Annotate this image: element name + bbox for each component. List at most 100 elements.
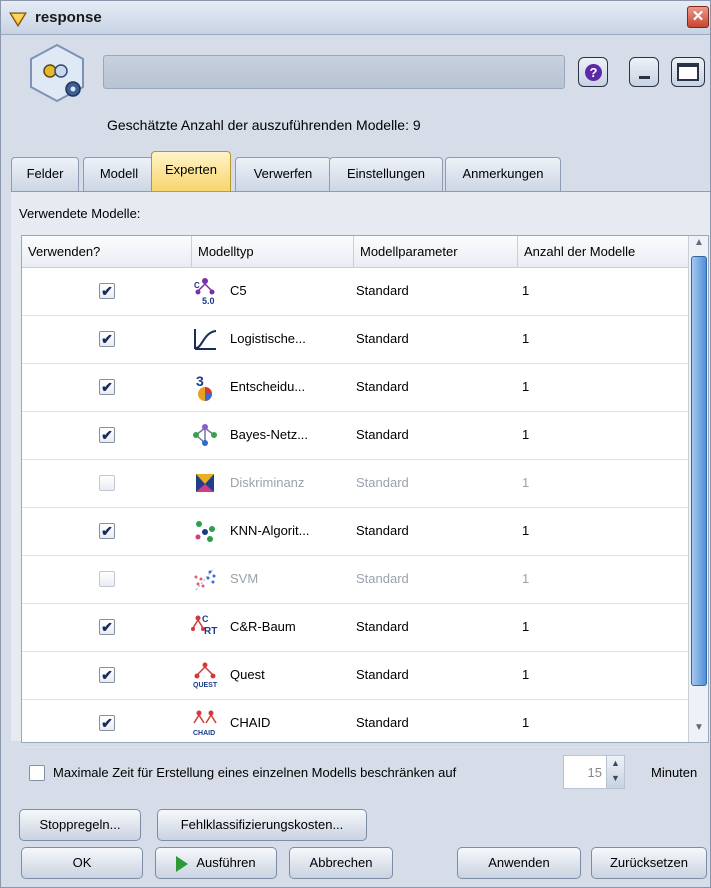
misclassification-costs-button[interactable]: Fehlklassifizierungskosten... (157, 809, 367, 841)
table-row[interactable]: ✔ KNN-Algorit... Standard 1 (22, 508, 688, 556)
tab-verwerfen[interactable]: Verwerfen (235, 157, 331, 191)
models-used-label: Verwendete Modelle: (19, 206, 141, 221)
model-type-label: C&R-Baum (230, 619, 296, 634)
stop-rules-button[interactable]: Stoppregeln... (19, 809, 141, 841)
tab-felder[interactable]: Felder (11, 157, 79, 191)
minutes-value[interactable]: 15 (572, 765, 602, 780)
svg-text:C: C (202, 614, 209, 624)
model-type-label: Bayes-Netz... (230, 427, 309, 442)
limit-time-label: Maximale Zeit für Erstellung eines einze… (53, 765, 457, 780)
model-type-label: Quest (230, 667, 265, 682)
use-checkbox[interactable]: ✔ (99, 667, 115, 683)
table-row[interactable]: ✔ 3 Entscheidu... Standard 1 (22, 364, 688, 412)
svg-text:C: C (194, 281, 200, 290)
model-type-label: Entscheidu... (230, 379, 306, 394)
model-param-label[interactable]: Standard (356, 331, 409, 346)
col-header-model-params[interactable]: Modellparameter (354, 236, 518, 268)
col-header-use[interactable]: Verwenden? (22, 236, 192, 268)
limit-time-checkbox[interactable] (29, 765, 45, 781)
model-count-label: 1 (522, 283, 530, 298)
help-icon: ? (585, 64, 602, 81)
model-param-label[interactable]: Standard (356, 715, 409, 730)
autoclassifier-node-icon (30, 43, 84, 103)
reset-button[interactable]: Zurücksetzen (591, 847, 707, 879)
tab-experten[interactable]: Experten (151, 151, 231, 192)
model-param-label[interactable]: Standard (356, 283, 409, 298)
maximize-icon (677, 63, 699, 81)
minimize-button[interactable] (629, 57, 659, 87)
scroll-up-icon[interactable]: ▲ (691, 237, 707, 255)
table-scrollbar[interactable]: ▲ ▼ (688, 236, 708, 742)
model-type-label: Logistische... (230, 331, 306, 346)
maximize-button[interactable] (671, 57, 705, 87)
apply-button[interactable]: Anwenden (457, 847, 581, 879)
svm-icon (194, 567, 216, 591)
model-count-label: 1 (522, 331, 530, 346)
tab-modell[interactable]: Modell (83, 157, 155, 191)
scroll-thumb[interactable] (691, 256, 707, 686)
model-param-label: Standard (356, 475, 409, 490)
logistic-icon (194, 329, 217, 350)
c50-icon: C 5.0 (194, 278, 215, 306)
title-bar: response ✕ (1, 1, 710, 35)
svg-text:3: 3 (196, 373, 204, 389)
col-header-model-type[interactable]: Modelltyp (192, 236, 354, 268)
scroll-down-icon[interactable]: ▼ (691, 722, 707, 740)
use-checkbox[interactable]: ✔ (99, 475, 115, 491)
dialog-window: response ✕ ? Geschätzte Anzahl der auszu… (0, 0, 711, 888)
model-count-label: 1 (522, 523, 530, 538)
spinner-arrows-icon[interactable]: ▲ ▼ (606, 756, 624, 788)
crt-icon: C RT (191, 614, 217, 637)
close-icon: ✕ (691, 8, 705, 25)
use-checkbox[interactable]: ✔ (99, 523, 115, 539)
table-row[interactable]: ✔ C RT C&R-Baum Standard 1 (22, 604, 688, 652)
model-param-label[interactable]: Standard (356, 523, 409, 538)
model-count-label: 1 (522, 379, 530, 394)
model-count-label: 1 (522, 667, 530, 682)
col-header-model-count[interactable]: Anzahl der Modelle (518, 236, 688, 268)
minutes-spinner[interactable]: 15 ▲ ▼ (563, 755, 625, 789)
knn-icon (195, 521, 215, 542)
ok-button[interactable]: OK (21, 847, 143, 879)
node-name-bar (103, 55, 565, 89)
table-row[interactable]: ✔ CHAID CHAID Standard 1 (22, 700, 688, 748)
table-row[interactable]: ✔ QUEST Quest Standard 1 (22, 652, 688, 700)
svg-text:CHAID: CHAID (193, 730, 215, 737)
use-checkbox[interactable]: ✔ (99, 427, 115, 443)
window-title: response (35, 9, 102, 26)
use-checkbox[interactable]: ✔ (99, 283, 115, 299)
tab-einstellungen[interactable]: Einstellungen (329, 157, 443, 191)
models-table: Verwenden? Modelltyp Modellparameter Anz… (21, 235, 709, 748)
model-count-label: 1 (522, 427, 530, 442)
quest-icon: QUEST (193, 662, 218, 689)
model-type-label: C5 (230, 283, 247, 298)
table-row[interactable]: ✔ Diskriminanz Standard 1 (22, 460, 688, 508)
table-row[interactable]: ✔ Bayes-Netz... Standard 1 (22, 412, 688, 460)
help-button[interactable]: ? (578, 57, 608, 87)
model-param-label[interactable]: Standard (356, 427, 409, 442)
tab-anmerkungen[interactable]: Anmerkungen (445, 157, 561, 191)
model-count-label: 1 (522, 715, 530, 730)
use-checkbox[interactable]: ✔ (99, 571, 115, 587)
table-row[interactable]: ✔ SVM Standard 1 (22, 556, 688, 604)
cancel-button[interactable]: Abbrechen (289, 847, 393, 879)
minutes-unit-label: Minuten (651, 765, 698, 780)
decision-list-icon: 3 (196, 373, 212, 401)
model-count-label: 1 (522, 475, 530, 490)
use-checkbox[interactable]: ✔ (99, 619, 115, 635)
model-param-label[interactable]: Standard (356, 379, 409, 394)
use-checkbox[interactable]: ✔ (99, 379, 115, 395)
close-button[interactable]: ✕ (687, 6, 709, 28)
app-icon (9, 12, 27, 27)
svg-text:5.0: 5.0 (202, 296, 215, 306)
table-row[interactable]: ✔ C 5.0 C5 Standard 1 (22, 268, 688, 316)
use-checkbox[interactable]: ✔ (99, 715, 115, 731)
model-param-label[interactable]: Standard (356, 667, 409, 682)
run-button[interactable]: Ausführen (155, 847, 277, 879)
bayes-net-icon (193, 424, 217, 446)
model-type-label: KNN-Algorit... (230, 523, 310, 538)
model-param-label[interactable]: Standard (356, 619, 409, 634)
table-row[interactable]: ✔ Logistische... Standard 1 (22, 316, 688, 364)
table-header: Verwenden? Modelltyp Modellparameter Anz… (22, 236, 688, 268)
use-checkbox[interactable]: ✔ (99, 331, 115, 347)
